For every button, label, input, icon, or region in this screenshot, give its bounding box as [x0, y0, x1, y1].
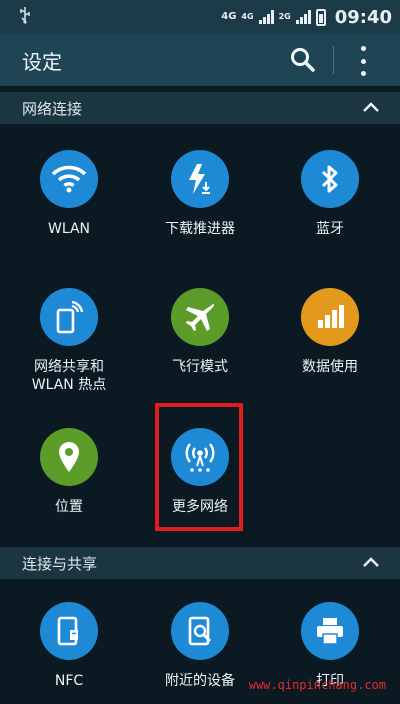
- tile-label: 下载推进器: [165, 221, 235, 237]
- usb-icon: [18, 6, 32, 29]
- bluetooth-icon: [301, 150, 359, 208]
- chevron-up-icon[interactable]: [362, 100, 380, 114]
- printer-icon: [301, 602, 359, 660]
- search-icon[interactable]: [290, 47, 316, 73]
- tile-label: 位置: [55, 499, 83, 515]
- airplane-icon: [171, 288, 229, 346]
- tile-nearby-devices[interactable]: 附近的设备: [140, 602, 260, 690]
- data-usage-icon: [301, 288, 359, 346]
- network-type-label-2: 4G: [241, 12, 254, 21]
- section-title: 连接与共享: [22, 554, 98, 573]
- tile-download-booster[interactable]: 下载推进器: [140, 150, 260, 238]
- more-options-icon[interactable]: [353, 46, 373, 76]
- network-type-label: 4G: [221, 11, 237, 22]
- tile-nfc[interactable]: NFC: [9, 602, 129, 690]
- section-header-connect-share[interactable]: 连接与共享: [0, 547, 400, 579]
- nfc-icon: [40, 602, 98, 660]
- tethering-hotspot-icon: [40, 288, 98, 346]
- page-title: 设定: [22, 49, 62, 74]
- tile-print[interactable]: 打印: [270, 602, 390, 690]
- section-title: 网络连接: [22, 99, 83, 118]
- battery-icon: [315, 8, 326, 26]
- tile-wlan[interactable]: WLAN: [9, 150, 129, 238]
- tile-label: 蓝牙: [316, 221, 344, 237]
- wifi-icon: [40, 150, 98, 208]
- tile-bluetooth[interactable]: 蓝牙: [270, 150, 390, 238]
- tile-tethering-hotspot[interactable]: 网络共享和 WLAN 热点: [9, 288, 129, 394]
- signal-strength-icon-2: [295, 10, 311, 24]
- network-type-label-3: 2G: [278, 12, 291, 21]
- tile-label: NFC: [54, 673, 84, 689]
- tile-label: 飞行模式: [172, 359, 228, 375]
- section-header-network[interactable]: 网络连接: [0, 92, 400, 124]
- tile-label: 数据使用: [302, 359, 358, 375]
- watermark-text: www.qinpinchang.com: [248, 678, 386, 692]
- tile-data-usage[interactable]: 数据使用: [270, 288, 390, 376]
- tile-label: 附近的设备: [165, 673, 235, 689]
- tile-label: 网络共享和 WLAN 热点: [31, 359, 107, 393]
- tile-location[interactable]: 位置: [9, 428, 129, 516]
- highlight-box: [155, 403, 243, 531]
- chevron-up-icon[interactable]: [362, 555, 380, 569]
- clock: 09:40: [334, 6, 392, 28]
- tile-airplane-mode[interactable]: 飞行模式: [140, 288, 260, 376]
- toolbar-divider: [333, 46, 334, 74]
- nearby-devices-icon: [171, 602, 229, 660]
- tile-label: WLAN: [47, 221, 90, 237]
- download-booster-icon: [171, 150, 229, 208]
- signal-strength-icon: [258, 10, 274, 24]
- location-pin-icon: [40, 428, 98, 486]
- app-bar: 设定: [0, 34, 400, 86]
- status-bar: 4G 4G 2G 09:40: [0, 0, 400, 34]
